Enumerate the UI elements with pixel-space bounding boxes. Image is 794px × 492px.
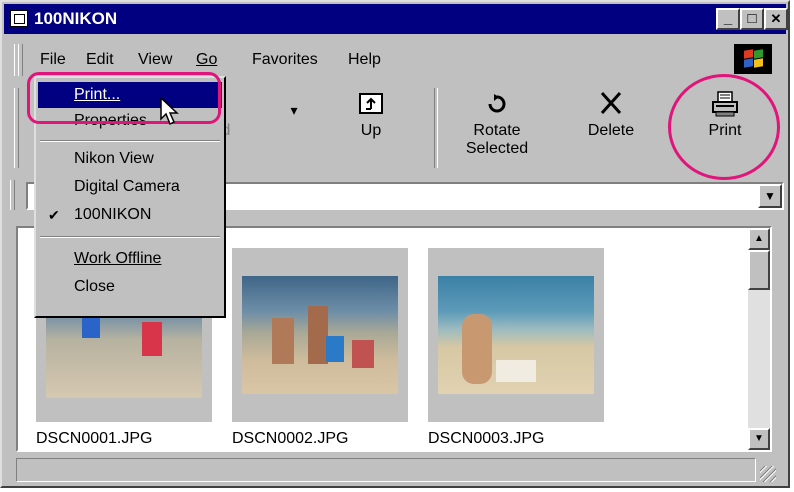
menu-file[interactable]: File xyxy=(40,51,66,69)
checkmark-icon: ✔ xyxy=(48,207,60,223)
status-bar xyxy=(16,456,776,484)
forward-dropdown[interactable]: ▾ xyxy=(284,102,304,186)
menu-item-nikon-view[interactable]: Nikon View xyxy=(38,146,222,172)
menu-separator xyxy=(40,236,220,238)
toolbar-separator xyxy=(434,88,438,168)
title-bar[interactable]: 100NIKON _ □ ✕ xyxy=(4,4,788,34)
photo-3 xyxy=(438,276,594,394)
addressbar-grip[interactable] xyxy=(10,180,15,210)
print-button-highlight xyxy=(668,74,780,180)
menu-item-100nikon[interactable]: ✔ 100NIKON xyxy=(38,202,222,228)
delete-label: Delete xyxy=(587,122,635,139)
thumbnail-2[interactable] xyxy=(232,248,408,422)
status-pane xyxy=(16,458,756,482)
up-button[interactable]: Up xyxy=(326,90,416,174)
size-grip-icon[interactable] xyxy=(760,466,776,482)
toolbar-grip[interactable] xyxy=(14,88,19,168)
file-name-1[interactable]: DSCN0001.JPG xyxy=(36,430,153,448)
scroll-up-button[interactable]: ▲ xyxy=(748,228,770,250)
print-menu-highlight xyxy=(27,72,221,124)
scroll-down-button[interactable]: ▼ xyxy=(748,428,770,450)
up-label: Up xyxy=(360,122,382,139)
minimize-button[interactable]: _ xyxy=(716,8,740,30)
thumbnail-3[interactable] xyxy=(428,248,604,422)
delete-icon xyxy=(566,90,656,122)
scroll-thumb[interactable] xyxy=(748,250,770,290)
file-name-2[interactable]: DSCN0002.JPG xyxy=(232,430,349,448)
address-dropdown-button[interactable]: ▼ xyxy=(758,184,782,208)
windows-logo-icon xyxy=(734,44,772,74)
rotate-label: Rotate Selected xyxy=(465,122,529,157)
close-button[interactable]: ✕ xyxy=(764,8,788,30)
maximize-button[interactable]: □ xyxy=(740,8,764,30)
file-name-3[interactable]: DSCN0003.JPG xyxy=(428,430,545,448)
menu-edit[interactable]: Edit xyxy=(86,51,114,69)
menu-favorites[interactable]: Favorites xyxy=(252,51,318,69)
menu-view[interactable]: View xyxy=(138,51,172,69)
up-folder-icon xyxy=(326,90,416,122)
mouse-pointer-icon xyxy=(160,97,179,126)
photo-2 xyxy=(242,276,398,394)
vertical-scrollbar[interactable]: ▲ ▼ xyxy=(748,228,770,450)
folder-window-icon xyxy=(10,10,28,27)
window-title: 100NIKON xyxy=(34,9,118,28)
menu-item-digital-camera[interactable]: Digital Camera xyxy=(38,174,222,200)
rotate-selected-button[interactable]: Rotate Selected xyxy=(452,90,542,174)
delete-button[interactable]: Delete xyxy=(566,90,656,174)
menubar-grip-2 xyxy=(18,44,23,76)
menu-help[interactable]: Help xyxy=(348,51,381,69)
rotate-icon xyxy=(452,90,542,122)
menu-item-close[interactable]: Close xyxy=(38,274,222,300)
menu-separator xyxy=(40,140,220,142)
menu-item-work-offline[interactable]: Work Offline xyxy=(38,246,222,272)
menu-go[interactable]: Go xyxy=(196,51,217,69)
